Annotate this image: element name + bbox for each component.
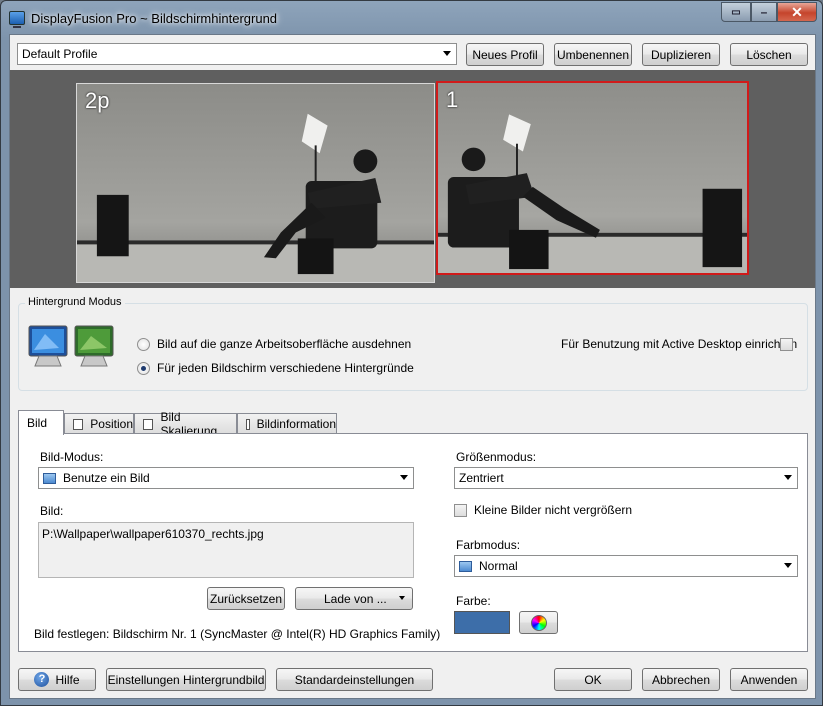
new-profile-button[interactable]: Neues Profil [466,43,544,66]
bild-modus-select[interactable]: Benutze ein Bild [38,467,414,489]
bild-label: Bild: [40,504,64,518]
tab-position[interactable]: Position [64,413,134,434]
bild-tab-panel: Bild-Modus: Benutze ein Bild Bild: P:\Wa… [18,433,808,652]
monitor-icon [43,472,56,484]
minimize-icon: – [760,5,768,19]
tab-bild-label: Bild [27,416,48,430]
duplicate-profile-button[interactable]: Duplizieren [642,43,720,66]
color-swatch[interactable] [454,611,510,634]
monitor-preview-area: 2p 1 [10,70,815,288]
titlebar-extra-button[interactable]: ▭ [721,2,751,22]
profile-select-value: Default Profile [22,47,98,61]
checkbox-icon [143,418,154,430]
small-images-checkbox[interactable] [454,504,467,517]
farbmodus-value: Normal [479,559,518,573]
delete-profile-button[interactable]: Löschen [730,43,808,66]
title-bar[interactable]: DisplayFusion Pro ~ Bildschirmhintergrun… [1,1,822,35]
tab-bild[interactable]: Bild [18,410,64,435]
background-mode-title: Hintergrund Modus [25,296,125,308]
monitor-icon [459,560,472,572]
active-desktop-label: Für Benutzung mit Active Desktop einrich… [561,337,798,351]
monitor-1-label: 1 [446,87,459,112]
help-button-label: Hilfe [55,672,80,687]
reset-button[interactable]: Zurücksetzen [207,587,285,610]
rename-profile-button[interactable]: Umbenennen [554,43,632,66]
wallpaper-thumbnail [77,84,434,282]
color-wheel-icon [530,614,547,631]
help-button[interactable]: ? Hilfe [18,668,96,691]
chevron-down-icon [400,475,408,480]
displayfusion-app-icon [9,11,25,28]
wallpaper-thumbnail [438,83,747,273]
tab-bildinformation-label: Bildinformation [256,417,336,431]
tab-bild-skalierung[interactable]: Bild Skalierung [134,410,237,438]
checkbox-icon [246,418,250,430]
chevron-down-icon [784,563,792,568]
groessenmodus-label: Größenmodus: [456,450,537,464]
monitor-2-preview[interactable]: 2p [76,83,435,283]
load-from-label: Lade von ... [324,591,387,606]
per-monitor-mode-radio[interactable] [137,362,150,375]
groessenmodus-select[interactable]: Zentriert [454,467,798,489]
ok-button[interactable]: OK [554,668,632,691]
farbmodus-label: Farbmodus: [456,538,521,552]
bild-modus-label: Bild-Modus: [40,450,104,464]
farbe-label: Farbe: [456,594,491,608]
profile-select[interactable]: Default Profile [17,43,457,65]
load-from-button[interactable]: Lade von ... [295,587,413,610]
monitors-icon [28,325,114,367]
cancel-button[interactable]: Abbrechen [642,668,720,691]
bild-modus-value: Benutze ein Bild [63,471,150,485]
tab-bildinformation[interactable]: Bildinformation [237,413,337,434]
checkbox-icon [73,418,84,430]
per-monitor-mode-label: Für jeden Bildschirm verschiedene Hinter… [157,361,414,375]
window-title: DisplayFusion Pro ~ Bildschirmhintergrun… [31,11,278,26]
help-icon: ? [34,672,50,687]
apply-button[interactable]: Anwenden [730,668,808,691]
farbmodus-select[interactable]: Normal [454,555,798,577]
status-text: Bild festlegen: Bildschirm Nr. 1 (SyncMa… [34,627,441,641]
main-window: DisplayFusion Pro ~ Bildschirmhintergrun… [0,0,823,706]
dialog-client-area: Default Profile Neues Profil Umbenennen … [9,34,816,699]
bild-path-field[interactable]: P:\Wallpaper\wallpaper610370_rechts.jpg [38,522,414,578]
close-button[interactable]: ✕ [777,2,817,22]
monitor-1-preview[interactable]: 1 [436,81,749,275]
background-mode-group: Hintergrund Modus Bild auf die ganze Arb… [18,296,808,391]
defaults-button[interactable]: Standardeinstellungen [276,668,433,691]
chevron-down-icon [443,51,451,56]
monitor-2-label: 2p [85,88,110,113]
chevron-down-icon [784,475,792,480]
color-picker-button[interactable] [519,611,558,634]
dropdown-arrow-icon [399,596,405,600]
close-icon: ✕ [791,3,803,20]
tab-position-label: Position [90,417,133,431]
wallpaper-settings-button[interactable]: Einstellungen Hintergrundbild [106,668,266,691]
window-mode-icon: ▭ [731,6,741,18]
small-images-label: Kleine Bilder nicht vergrößern [474,503,633,517]
active-desktop-checkbox[interactable] [780,338,793,351]
stretch-mode-radio[interactable] [137,338,150,351]
minimize-button[interactable]: – [751,2,777,22]
groessenmodus-value: Zentriert [459,471,504,485]
stretch-mode-label: Bild auf die ganze Arbeitsoberfläche aus… [157,337,412,351]
